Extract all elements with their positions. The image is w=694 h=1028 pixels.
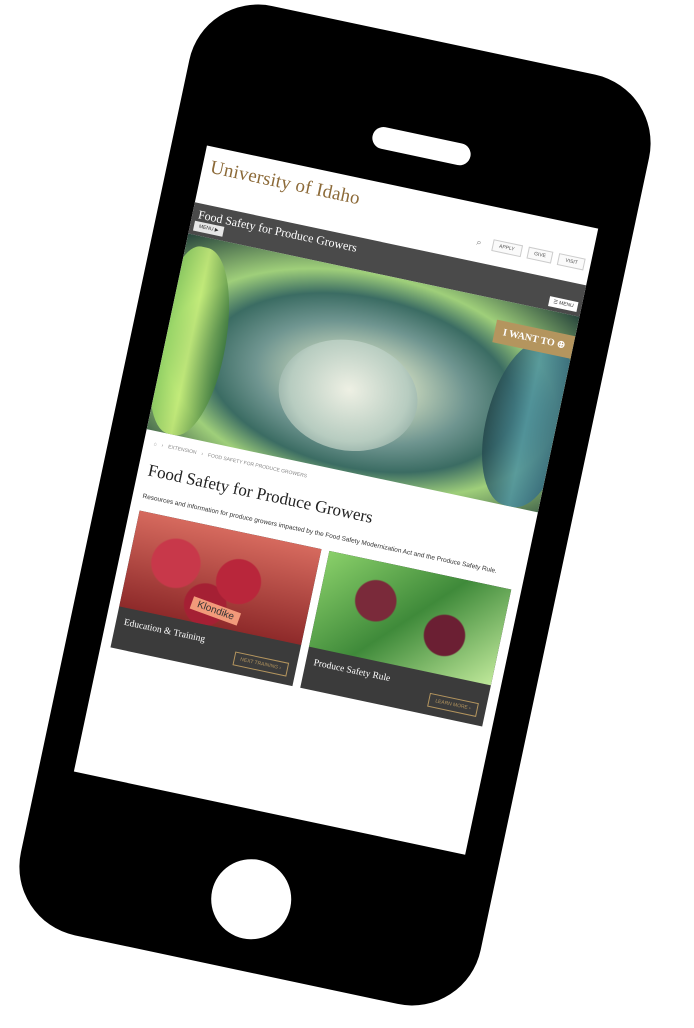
home-icon[interactable]: ⌂ (153, 441, 157, 447)
breadcrumb-separator: › (160, 442, 164, 449)
menu-label: MENU (558, 300, 575, 310)
phone-speaker (370, 124, 473, 168)
phone-frame: University of Idaho ⌕ APPLY GIVE VISIT F… (6, 0, 664, 1019)
card-produce-safety-rule[interactable]: Produce Safety Rule LEARN MORE › (300, 550, 512, 727)
next-training-button[interactable]: NEXT TRAINING › (231, 651, 290, 677)
breadcrumb-item-extension[interactable]: EXTENSION (167, 444, 197, 456)
learn-more-button[interactable]: LEARN MORE › (426, 692, 479, 718)
card-label: Produce Safety Rule (312, 658, 392, 685)
card-education-training[interactable]: Klondike Education & Training NEXT TRAIN… (110, 510, 322, 687)
breadcrumb-separator: › (200, 451, 204, 458)
hero-cabbage-center (268, 326, 428, 464)
phone-screen: University of Idaho ⌕ APPLY GIVE VISIT F… (73, 145, 599, 855)
hero-leaf-right (469, 331, 580, 513)
phone-home-button[interactable] (203, 851, 299, 947)
hero-leaf-left (146, 241, 245, 442)
search-icon[interactable]: ⌕ (476, 237, 488, 249)
menu-button[interactable]: ☰ MENU (548, 296, 579, 312)
